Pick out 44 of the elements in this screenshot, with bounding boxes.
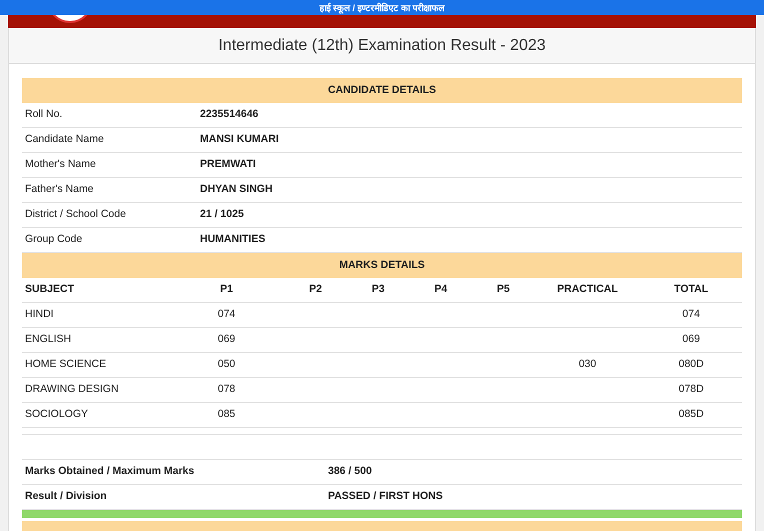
table-cell-text: 074 bbox=[681, 307, 701, 322]
section-heading: MARKS DETAILS bbox=[22, 253, 742, 278]
table-cell-text: ENGLISH bbox=[24, 332, 72, 348]
table-cell-text: 050 bbox=[216, 357, 236, 372]
field-label: Mother's Name bbox=[24, 157, 97, 172]
column-header: SUBJECT bbox=[24, 282, 76, 298]
field-label: Father's Name bbox=[24, 182, 95, 198]
table-cell-text: 078D bbox=[678, 382, 705, 398]
table-cell-text: 069 bbox=[216, 332, 236, 348]
table-cell-text: SOCIOLOGY bbox=[24, 407, 90, 422]
table-cell-text: 074 bbox=[216, 307, 236, 322]
banner-text: हाई स्कूल / इण्टरमीडिएट का परीक्षाफल bbox=[319, 2, 444, 14]
field-value: 21 / 1025 bbox=[200, 207, 244, 222]
column-header: PRACTICAL bbox=[556, 282, 619, 298]
column-header: P2 bbox=[308, 282, 323, 298]
column-header: P5 bbox=[496, 282, 511, 298]
table-cell-text: 080D bbox=[678, 357, 705, 372]
table-cell-text: HINDI bbox=[24, 307, 55, 322]
field-value: PREMWATI bbox=[200, 157, 256, 172]
summary-label: Result / Division bbox=[24, 489, 108, 504]
field-value: DHYAN SINGH bbox=[200, 182, 273, 198]
table-cell-text: DRAWING DESIGN bbox=[24, 382, 120, 398]
table-cell-text: 085 bbox=[216, 407, 236, 422]
table-cell-text: 030 bbox=[578, 357, 598, 372]
column-header: P3 bbox=[370, 282, 386, 298]
field-value: HUMANITIES bbox=[200, 232, 266, 248]
table-cell-text: 078 bbox=[216, 382, 236, 398]
column-header: TOTAL bbox=[673, 282, 710, 298]
field-label: Roll No. bbox=[24, 107, 64, 122]
table-cell-text: HOME SCIENCE bbox=[24, 357, 108, 372]
column-header: P4 bbox=[433, 282, 448, 298]
column-header: P1 bbox=[219, 282, 234, 298]
field-label: Group Code bbox=[24, 232, 84, 248]
section-heading: CANDIDATE DETAILS bbox=[22, 78, 742, 103]
summary-value: PASSED / FIRST HONS bbox=[328, 489, 443, 504]
field-label: Candidate Name bbox=[24, 132, 105, 148]
field-value: 2235514646 bbox=[200, 107, 258, 122]
summary-label: Marks Obtained / Maximum Marks bbox=[24, 464, 196, 480]
field-value: MANSI KUMARI bbox=[200, 132, 279, 148]
page-title: Intermediate (12th) Examination Result - 2023 bbox=[218, 36, 546, 56]
summary-value: 386 / 500 bbox=[328, 464, 372, 480]
field-label: District / School Code bbox=[24, 207, 127, 222]
table-cell-text: 085D bbox=[678, 407, 705, 422]
table-cell-text: 069 bbox=[681, 332, 701, 348]
